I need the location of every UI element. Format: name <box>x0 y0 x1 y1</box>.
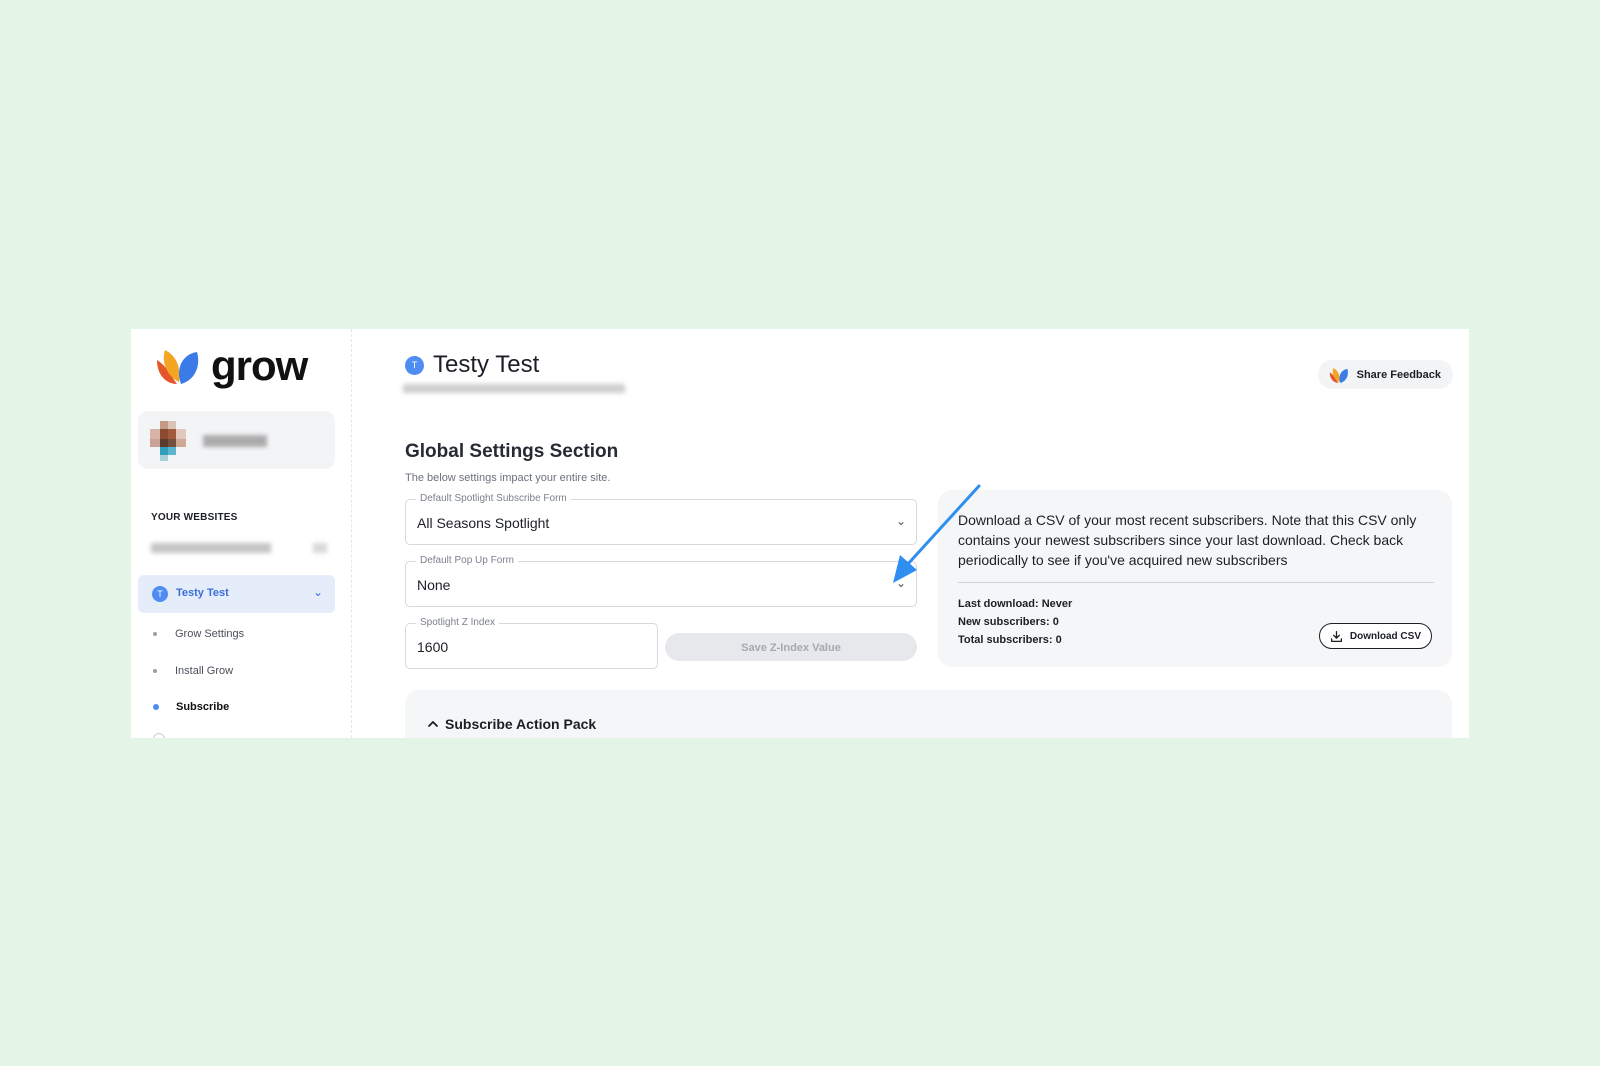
sidebar-item-partial[interactable] <box>153 733 165 738</box>
section-title: Global Settings Section <box>405 441 619 462</box>
bullet-icon <box>153 704 159 711</box>
grow-leaf-icon <box>157 350 199 384</box>
chevron-down-icon[interactable]: ⌄ <box>313 585 323 599</box>
spotlight-form-select[interactable]: Default Spotlight Subscribe Form All Sea… <box>405 493 917 545</box>
download-csv-label: Download CSV <box>1349 630 1421 642</box>
field-label: Default Spotlight Subscribe Form <box>416 493 571 504</box>
grow-leaf-icon <box>1329 367 1348 383</box>
field-label: Default Pop Up Form <box>416 555 518 566</box>
share-feedback-button[interactable]: Share Feedback <box>1317 360 1453 389</box>
download-csv-button[interactable]: Download CSV <box>1318 623 1432 649</box>
divider <box>958 582 1434 583</box>
bullet-icon <box>153 669 157 674</box>
sidebar-item-subscribe[interactable]: Subscribe <box>153 701 229 713</box>
last-download-stat: Last download: Never <box>958 598 1073 610</box>
site-initial-badge: T <box>405 356 424 375</box>
site-item-redacted[interactable] <box>151 543 271 553</box>
site-initial-badge: T <box>152 586 168 602</box>
select-value: None <box>417 577 451 593</box>
chevron-up-icon <box>428 721 438 727</box>
sidebar-site-testy-test[interactable]: T Testy Test ⌄ <box>138 575 335 613</box>
action-pack-title: Subscribe Action Pack <box>445 716 597 732</box>
total-subscribers-stat: Total subscribers: 0 <box>958 634 1062 646</box>
section-subtitle: The below settings impact your entire si… <box>405 472 611 484</box>
save-z-index-button[interactable]: Save Z-Index Value <box>665 633 917 661</box>
site-url-redacted <box>403 384 625 393</box>
site-label: Testy Test <box>176 587 229 599</box>
page-title: Testy Test <box>433 351 540 378</box>
account-switcher[interactable] <box>138 411 335 469</box>
bullet-icon <box>153 632 157 637</box>
app-window: grow YOUR WEBSITES T Testy Test ⌄ Grow S… <box>131 329 1469 738</box>
chevron-down-icon: ⌄ <box>895 576 906 590</box>
download-icon <box>1330 630 1342 642</box>
account-name-redacted <box>203 435 267 447</box>
sidebar: grow YOUR WEBSITES T Testy Test ⌄ Grow S… <box>131 329 352 738</box>
action-pack-toggle[interactable]: Subscribe Action Pack <box>427 716 596 732</box>
site-item-redacted-badge <box>313 543 327 553</box>
logo-text: grow <box>211 342 308 389</box>
select-value: All Seasons Spotlight <box>417 515 550 531</box>
field-label: Spotlight Z Index <box>416 617 500 628</box>
action-pack-card: Subscribe Action Pack <box>405 690 1452 738</box>
input-value: 1600 <box>417 639 449 655</box>
avatar <box>150 421 186 461</box>
popup-form-select[interactable]: Default Pop Up Form None ⌄ <box>405 555 917 607</box>
share-feedback-label: Share Feedback <box>1356 368 1441 381</box>
new-subscribers-stat: New subscribers: 0 <box>958 616 1059 628</box>
your-websites-heading: YOUR WEBSITES <box>151 512 238 523</box>
csv-description: Download a CSV of your most recent subsc… <box>958 512 1417 568</box>
sidebar-item-label: Install Grow <box>175 665 234 677</box>
sidebar-item-label: Grow Settings <box>175 628 245 640</box>
sidebar-item-label: Subscribe <box>176 701 230 713</box>
grow-logo[interactable]: grow <box>153 342 308 389</box>
sidebar-item-install-grow[interactable]: Install Grow <box>153 665 233 677</box>
z-index-input[interactable]: Spotlight Z Index 1600 <box>405 617 658 669</box>
csv-download-card: Download a CSV of your most recent subsc… <box>938 490 1452 667</box>
sidebar-item-grow-settings[interactable]: Grow Settings <box>153 628 244 640</box>
chevron-down-icon: ⌄ <box>895 514 906 528</box>
